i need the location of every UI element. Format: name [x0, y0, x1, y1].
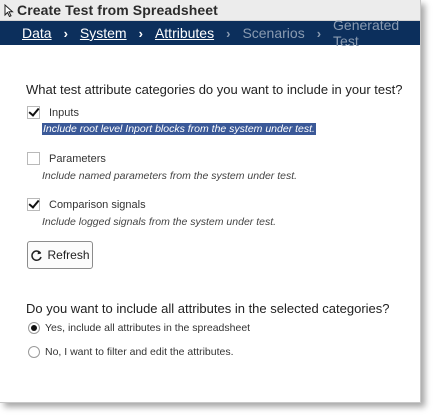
parameters-label: Parameters	[49, 152, 106, 165]
inputs-description: Include root level Inport blocks from th…	[42, 123, 316, 135]
comparison-signals-option[interactable]: Comparison signals	[27, 198, 146, 211]
refresh-label: Refresh	[47, 248, 90, 262]
attributes-question: Do you want to include all attributes in…	[26, 301, 390, 316]
breadcrumb-scenarios: Scenarios	[242, 25, 305, 41]
include-all-option[interactable]: Yes, include all attributes in the sprea…	[28, 322, 250, 334]
include-all-label: Yes, include all attributes in the sprea…	[45, 322, 251, 334]
comparison-signals-checkbox[interactable]	[27, 198, 40, 211]
filter-attributes-label: No, I want to filter and edit the attrib…	[45, 346, 234, 358]
inputs-checkbox[interactable]	[27, 106, 40, 119]
breadcrumb-system[interactable]: System	[80, 25, 127, 41]
refresh-icon	[30, 249, 43, 262]
categories-question: What test attribute categories do you wa…	[26, 82, 403, 97]
breadcrumb-separator: ›	[138, 25, 143, 41]
refresh-button[interactable]: Refresh	[27, 241, 93, 269]
breadcrumb-generated-test: Generated Test	[333, 17, 400, 49]
comparison-signals-label: Comparison signals	[49, 198, 146, 211]
inputs-option[interactable]: Inputs	[27, 106, 79, 119]
parameters-checkbox[interactable]	[27, 152, 40, 165]
breadcrumb-attributes[interactable]: Attributes	[155, 25, 214, 41]
breadcrumb-separator: ›	[63, 25, 68, 41]
filter-attributes-option[interactable]: No, I want to filter and edit the attrib…	[28, 346, 234, 358]
breadcrumb: Data › System › Attributes › Scenarios ›…	[0, 17, 420, 49]
include-all-radio[interactable]	[28, 322, 40, 334]
parameters-description: Include named parameters from the system…	[42, 170, 298, 182]
inputs-label: Inputs	[49, 106, 79, 119]
cursor-icon	[4, 4, 14, 17]
window-title: Create Test from Spreadsheet	[17, 2, 218, 18]
dialog-window: Create Test from Spreadsheet Data › Syst…	[0, 0, 421, 403]
filter-attributes-radio[interactable]	[28, 346, 40, 358]
breadcrumb-separator: ›	[316, 25, 322, 41]
comparison-signals-description: Include logged signals from the system u…	[42, 216, 277, 228]
breadcrumb-separator: ›	[226, 25, 231, 41]
breadcrumb-data[interactable]: Data	[22, 25, 52, 41]
parameters-option[interactable]: Parameters	[27, 152, 106, 165]
